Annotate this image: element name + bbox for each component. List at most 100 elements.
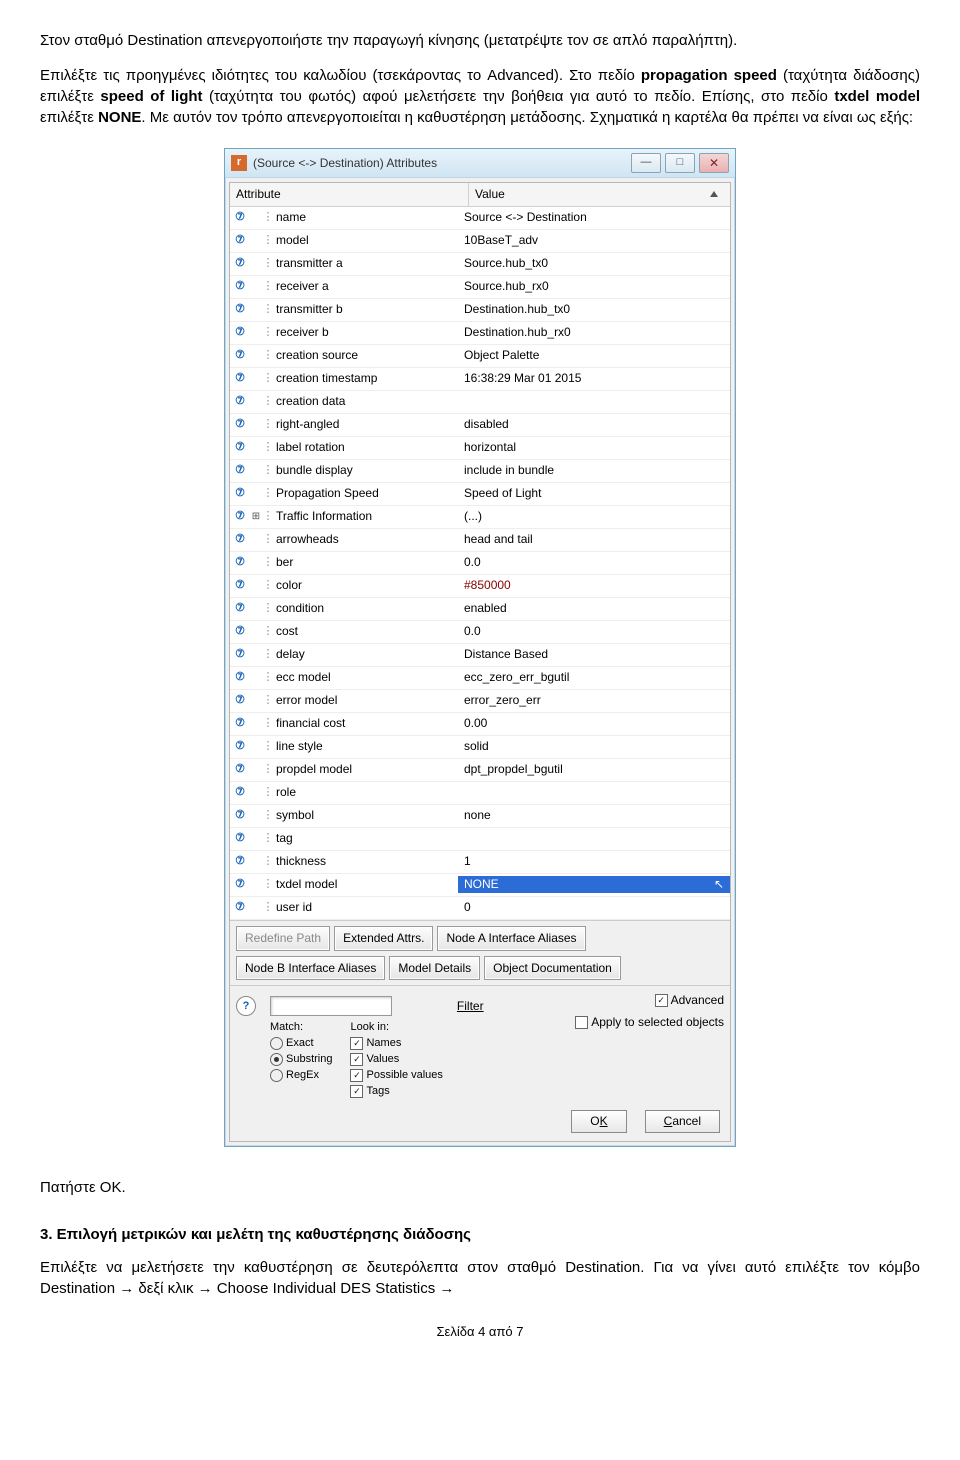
attribute-value[interactable]: NONE↖ [458, 876, 730, 893]
extended-attrs-button[interactable]: Extended Attrs. [334, 926, 433, 951]
close-button[interactable]: ✕ [699, 153, 729, 173]
attribute-row[interactable]: ⑦⋮error modelerror_zero_err [230, 690, 730, 713]
attribute-value[interactable]: 0.00 [458, 715, 730, 732]
ok-button[interactable]: OK [571, 1110, 626, 1133]
attribute-value[interactable]: 0.0 [458, 623, 730, 640]
attribute-value[interactable]: dpt_propdel_bgutil [458, 761, 730, 778]
scroll-up-icon[interactable] [710, 191, 718, 197]
attribute-row[interactable]: ⑦⋮receiver aSource.hub_rx0 [230, 276, 730, 299]
maximize-button[interactable]: □ [665, 153, 695, 173]
help-icon[interactable]: ⑦ [230, 785, 250, 800]
attribute-row[interactable]: ⑦⋮financial cost0.00 [230, 713, 730, 736]
match-regex-radio[interactable]: RegEx [270, 1068, 332, 1084]
window-titlebar[interactable]: r (Source <-> Destination) Attributes — … [225, 149, 735, 178]
attribute-value[interactable]: 16:38:29 Mar 01 2015 [458, 370, 730, 387]
attribute-value[interactable]: include in bundle [458, 462, 730, 479]
help-icon[interactable]: ⑦ [230, 256, 250, 271]
help-icon[interactable]: ⑦ [230, 693, 250, 708]
match-exact-radio[interactable]: Exact [270, 1036, 332, 1052]
help-icon[interactable]: ⑦ [230, 762, 250, 777]
attribute-value[interactable]: Distance Based [458, 646, 730, 663]
help-icon[interactable]: ⑦ [230, 578, 250, 593]
attribute-row[interactable]: ⑦⋮transmitter aSource.hub_tx0 [230, 253, 730, 276]
attribute-row[interactable]: ⑦⋮creation sourceObject Palette [230, 345, 730, 368]
attribute-row[interactable]: ⑦⋮transmitter bDestination.hub_tx0 [230, 299, 730, 322]
attribute-value[interactable]: Destination.hub_tx0 [458, 301, 730, 318]
help-icon[interactable]: ⑦ [230, 486, 250, 501]
attribute-value[interactable]: error_zero_err [458, 692, 730, 709]
attribute-row[interactable]: ⑦⋮line stylesolid [230, 736, 730, 759]
help-icon[interactable]: ⑦ [230, 670, 250, 685]
attribute-row[interactable]: ⑦⋮propdel modeldpt_propdel_bgutil [230, 759, 730, 782]
attribute-row[interactable]: ⑦⋮role [230, 782, 730, 805]
help-icon[interactable]: ⑦ [230, 371, 250, 386]
help-icon[interactable]: ? [236, 996, 256, 1016]
attribute-value[interactable]: Source.hub_rx0 [458, 278, 730, 295]
help-icon[interactable]: ⑦ [230, 440, 250, 455]
attribute-row[interactable]: ⑦⋮model10BaseT_adv [230, 230, 730, 253]
help-icon[interactable]: ⑦ [230, 555, 250, 570]
attribute-row[interactable]: ⑦⋮right-angleddisabled [230, 414, 730, 437]
advanced-check[interactable]: ✓Advanced [655, 992, 724, 1008]
help-icon[interactable]: ⑦ [230, 532, 250, 547]
attribute-value[interactable]: head and tail [458, 531, 730, 548]
expand-icon[interactable]: ⊞ [250, 510, 262, 524]
model-details-button[interactable]: Model Details [389, 956, 480, 981]
help-icon[interactable]: ⑦ [230, 279, 250, 294]
node-a-aliases-button[interactable]: Node A Interface Aliases [437, 926, 585, 951]
attribute-value[interactable]: enabled [458, 600, 730, 617]
attribute-value[interactable]: Destination.hub_rx0 [458, 324, 730, 341]
help-icon[interactable]: ⑦ [230, 463, 250, 478]
help-icon[interactable]: ⑦ [230, 647, 250, 662]
attribute-row[interactable]: ⑦⋮arrowheadshead and tail [230, 529, 730, 552]
help-icon[interactable]: ⑦ [230, 417, 250, 432]
attribute-value[interactable]: 0.0 [458, 554, 730, 571]
help-icon[interactable]: ⑦ [230, 394, 250, 409]
attribute-row[interactable]: ⑦⋮txdel modelNONE↖ [230, 874, 730, 897]
help-icon[interactable]: ⑦ [230, 348, 250, 363]
attribute-value[interactable]: ecc_zero_err_bgutil [458, 669, 730, 686]
attribute-row[interactable]: ⑦⋮delayDistance Based [230, 644, 730, 667]
object-documentation-button[interactable]: Object Documentation [484, 956, 621, 981]
help-icon[interactable]: ⑦ [230, 325, 250, 340]
help-icon[interactable]: ⑦ [230, 716, 250, 731]
attribute-row[interactable]: ⑦⋮ecc modelecc_zero_err_bgutil [230, 667, 730, 690]
help-icon[interactable]: ⑦ [230, 210, 250, 225]
attribute-value[interactable]: 0 [458, 899, 730, 916]
attribute-row[interactable]: ⑦⋮thickness1 [230, 851, 730, 874]
attribute-row[interactable]: ⑦⋮Propagation SpeedSpeed of Light [230, 483, 730, 506]
attribute-row[interactable]: ⑦⋮tag [230, 828, 730, 851]
attribute-value[interactable]: Source.hub_tx0 [458, 255, 730, 272]
attribute-value[interactable]: Object Palette [458, 347, 730, 364]
help-icon[interactable]: ⑦ [230, 624, 250, 639]
help-icon[interactable]: ⑦ [230, 877, 250, 892]
attribute-value[interactable]: disabled [458, 416, 730, 433]
attribute-value[interactable]: solid [458, 738, 730, 755]
attribute-value[interactable]: none [458, 807, 730, 824]
attribute-row[interactable]: ⑦⋮creation timestamp16:38:29 Mar 01 2015 [230, 368, 730, 391]
lookin-names-check[interactable]: ✓Names [350, 1036, 442, 1052]
cancel-button[interactable]: Cancel [645, 1110, 720, 1133]
match-substring-radio[interactable]: Substring [270, 1052, 332, 1068]
header-attribute[interactable]: Attribute [230, 183, 469, 206]
attribute-row[interactable]: ⑦⋮cost0.0 [230, 621, 730, 644]
attribute-value[interactable]: 10BaseT_adv [458, 232, 730, 249]
help-icon[interactable]: ⑦ [230, 808, 250, 823]
node-b-aliases-button[interactable]: Node B Interface Aliases [236, 956, 385, 981]
lookin-possible-check[interactable]: ✓Possible values [350, 1068, 442, 1084]
attribute-value[interactable]: horizontal [458, 439, 730, 456]
apply-selected-check[interactable]: Apply to selected objects [575, 1014, 724, 1030]
help-icon[interactable]: ⑦ [230, 831, 250, 846]
attribute-row[interactable]: ⑦⋮receiver bDestination.hub_rx0 [230, 322, 730, 345]
attribute-row[interactable]: ⑦⋮label rotationhorizontal [230, 437, 730, 460]
help-icon[interactable]: ⑦ [230, 302, 250, 317]
attribute-row[interactable]: ⑦⋮nameSource <-> Destination [230, 207, 730, 230]
attribute-row[interactable]: ⑦⋮creation data [230, 391, 730, 414]
attribute-value[interactable]: #850000 [458, 577, 730, 594]
attribute-row[interactable]: ⑦⋮ber0.0 [230, 552, 730, 575]
minimize-button[interactable]: — [631, 153, 661, 173]
header-value[interactable]: Value [469, 183, 730, 206]
filter-input[interactable] [270, 996, 392, 1016]
attribute-value[interactable]: (...) [458, 508, 730, 525]
lookin-values-check[interactable]: ✓Values [350, 1052, 442, 1068]
